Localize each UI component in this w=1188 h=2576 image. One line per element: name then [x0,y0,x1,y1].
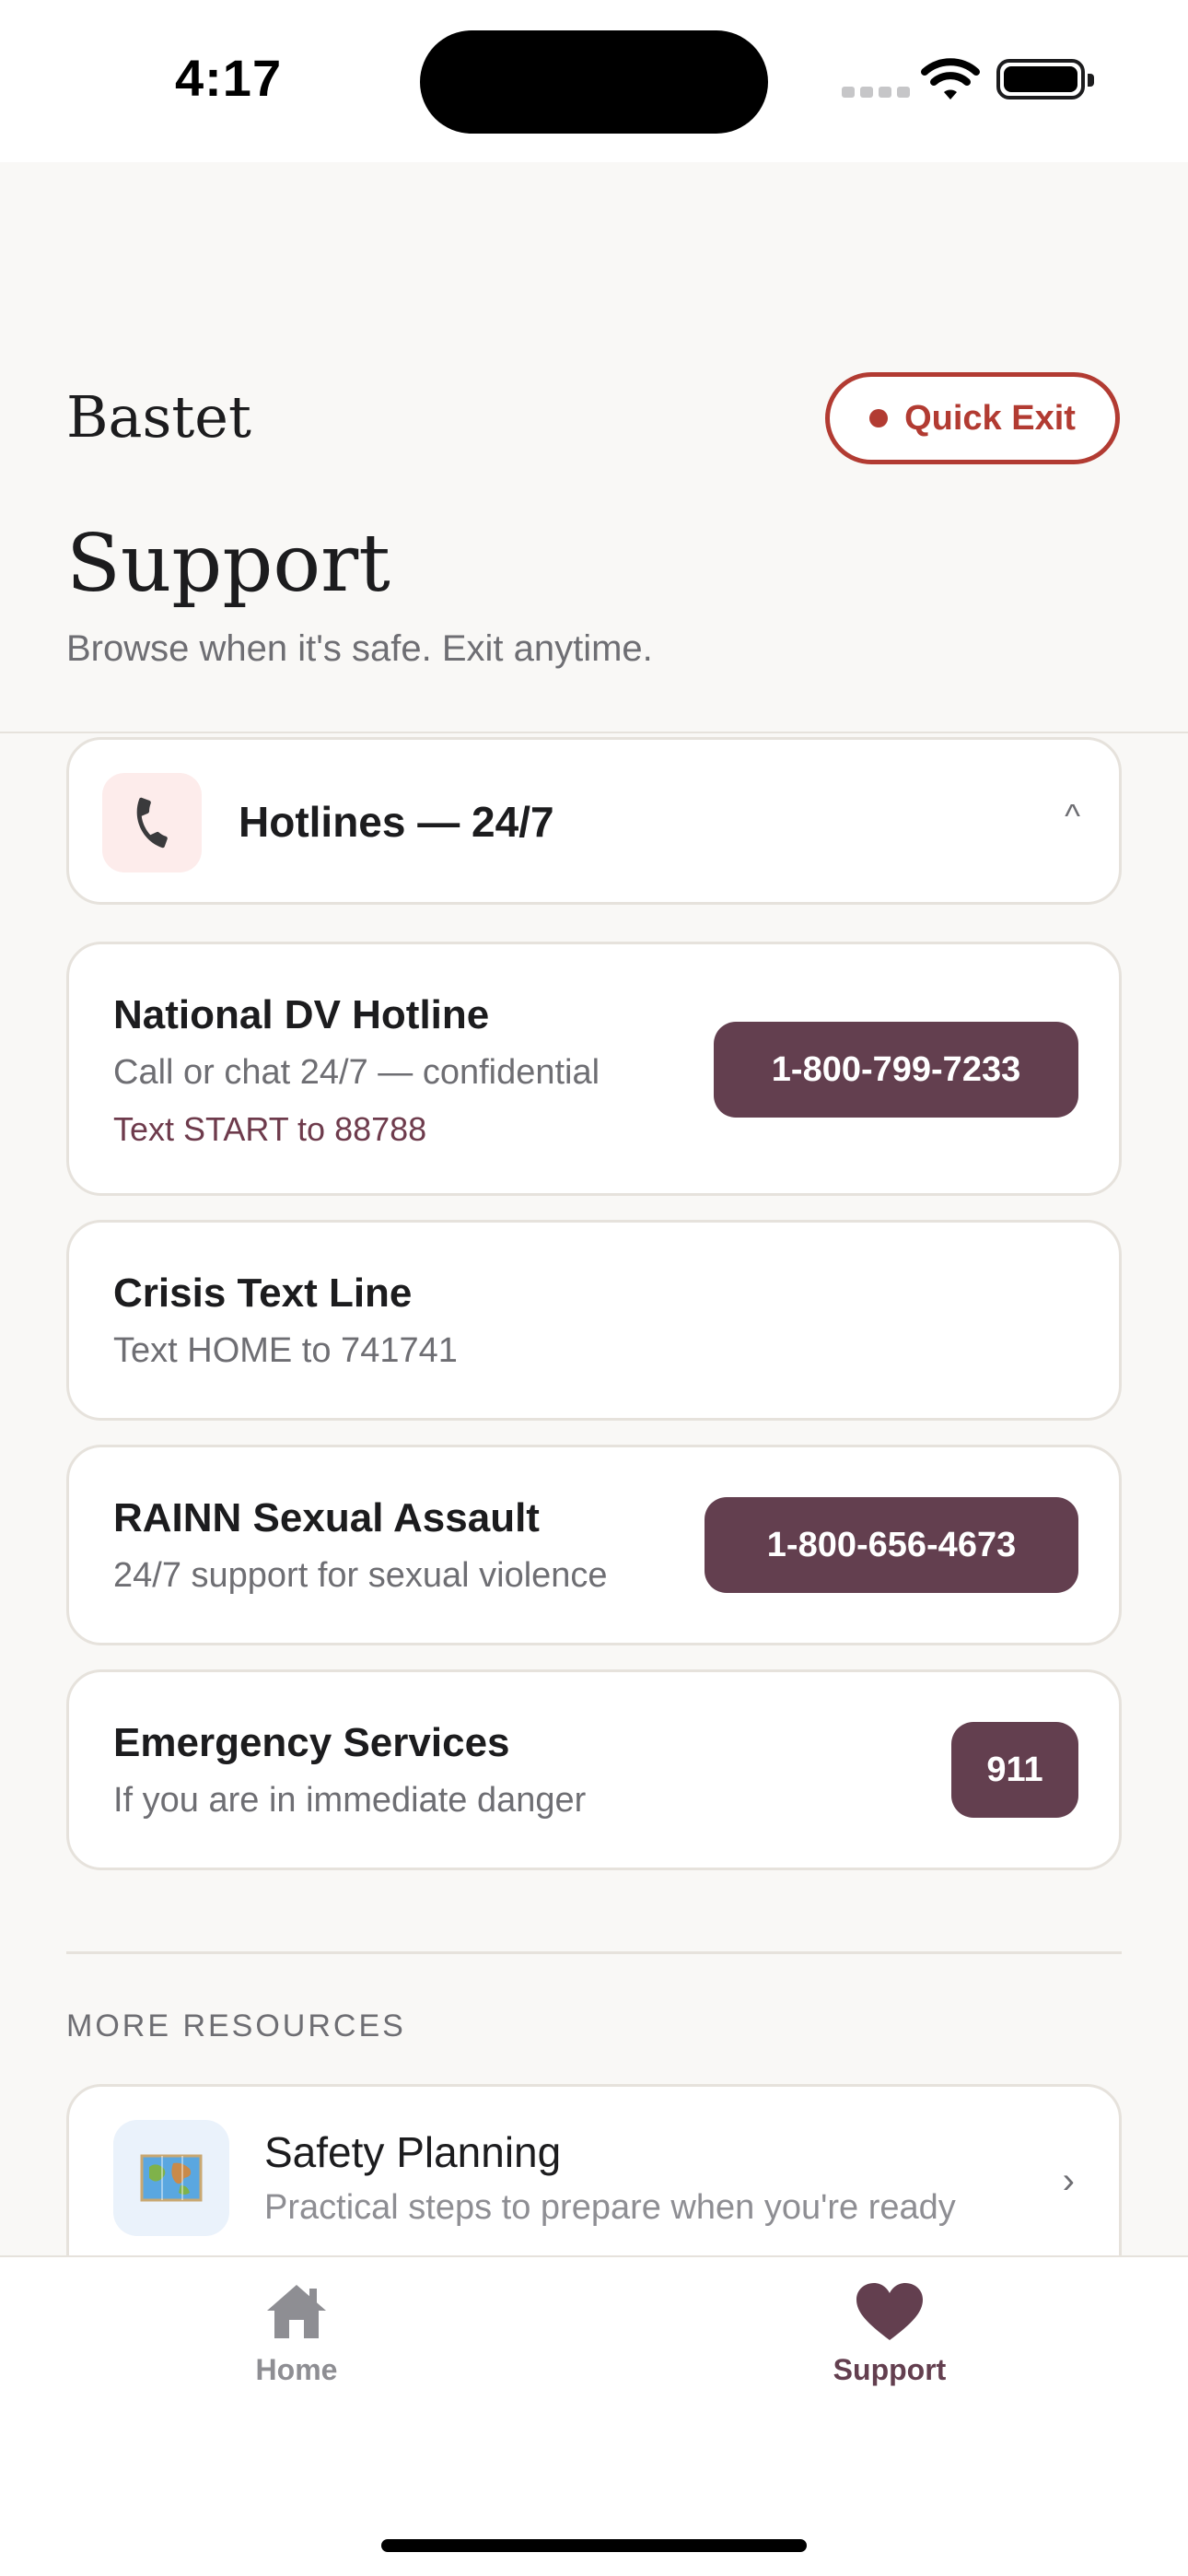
hotline-name: Crisis Text Line [113,1270,413,1316]
hotline-card-national-dv: National DV Hotline Call or chat 24/7 — … [66,942,1122,1196]
tab-support-label: Support [833,2353,947,2386]
hotline-description: Text HOME to 741741 [113,1331,458,1370]
tab-support[interactable]: Support [779,2281,1000,2410]
house-icon [267,2285,326,2338]
hotline-name: National DV Hotline [113,992,490,1037]
resource-title: Safety Planning [264,2128,562,2176]
heart-icon [856,2283,923,2340]
screen: 4:17 Bastet Support Browse when it's saf… [0,0,1188,2576]
hotline-card-emergency: Emergency Services If you are in immedia… [66,1669,1122,1870]
support-content[interactable]: Hotlines — 24/7 ^ National DV Hotline Ca… [0,733,1188,2255]
call-national-dv-button[interactable]: 1-800-799-7233 [714,1022,1078,1118]
page-title: Support [66,518,390,610]
collapse-caret-icon[interactable]: ^ [1065,797,1080,836]
quick-exit-label: Quick Exit [904,398,1076,438]
dynamic-island [420,30,768,134]
hotlines-section-title: Hotlines — 24/7 [239,798,554,846]
record-dot-icon [869,409,889,427]
hotline-description: 24/7 support for sexual violence [113,1556,608,1595]
call-rainn-button[interactable]: 1-800-656-4673 [705,1497,1078,1593]
status-time: 4:17 [175,49,283,107]
page-subtitle: Browse when it's safe. Exit anytime. [66,628,653,669]
battery-icon [996,59,1094,100]
hotline-card-rainn: RAINN Sexual Assault 24/7 support for se… [66,1445,1122,1645]
brand-name: Bastet [66,383,251,451]
quick-exit-button[interactable]: Quick Exit [825,372,1120,464]
call-911-button[interactable]: 911 [951,1722,1078,1818]
phone-icon [102,773,202,872]
resource-description: Practical steps to prepare when you're r… [264,2188,956,2227]
more-resources-label: MORE RESOURCES [66,2008,406,2043]
status-bar: 4:17 [0,0,1188,162]
hotlines-section-header[interactable]: Hotlines — 24/7 ^ [66,737,1122,905]
wifi-icon [921,58,980,100]
cellular-signal-icon [842,87,910,98]
section-divider [66,1951,1122,1954]
tab-home[interactable]: Home [186,2281,407,2410]
hotline-description: If you are in immediate danger [113,1781,587,1820]
hotline-description: Call or chat 24/7 — confidential [113,1053,600,1092]
tab-home-label: Home [255,2353,338,2386]
resource-card-safety-planning[interactable]: Safety Planning Practical steps to prepa… [66,2084,1122,2255]
hotline-name: Emergency Services [113,1720,510,1765]
tab-bar: Home Support [0,2255,1188,2576]
home-indicator[interactable] [381,2539,807,2552]
hotline-card-crisis-text: Crisis Text Line Text HOME to 741741 [66,1220,1122,1421]
chevron-right-icon: › [1062,2160,1075,2201]
map-icon [113,2120,229,2236]
hotline-name: RAINN Sexual Assault [113,1495,540,1540]
hotline-text-instruction: Text START to 88788 [113,1110,427,1148]
